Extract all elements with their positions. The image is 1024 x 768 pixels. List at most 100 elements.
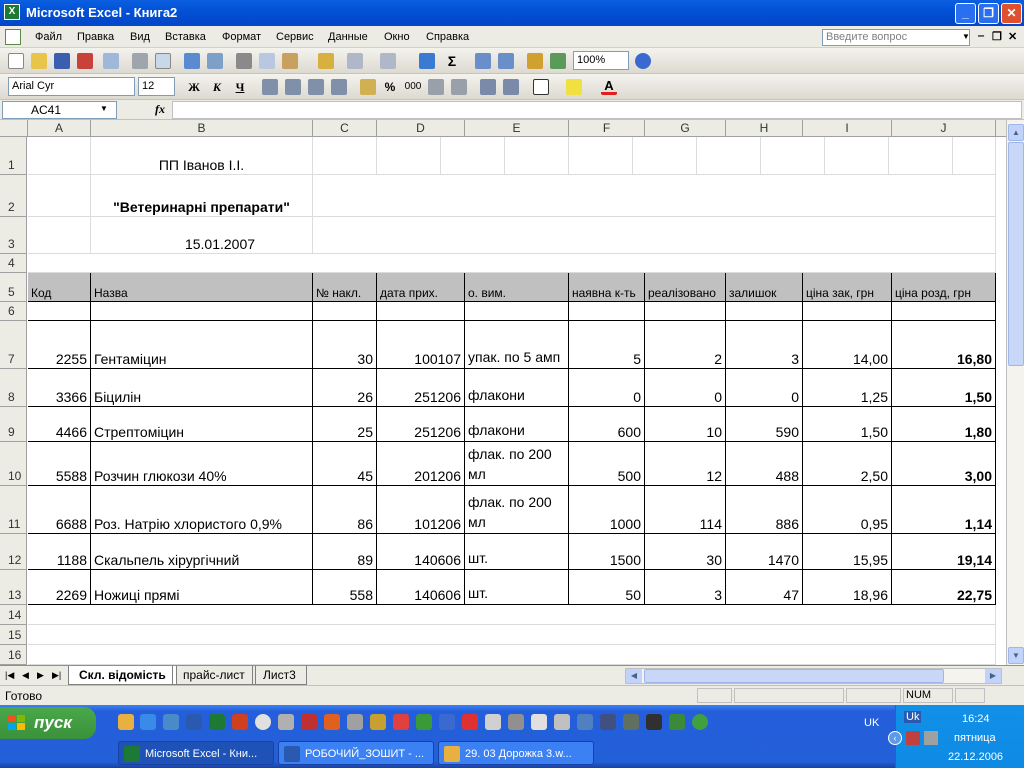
- h-scroll-thumb[interactable]: [644, 669, 944, 683]
- thousands-button[interactable]: 000: [403, 78, 423, 96]
- data-cell[interactable]: флак. по 200 мл: [465, 486, 569, 534]
- minimize-button[interactable]: _: [955, 3, 976, 24]
- data-cell[interactable]: 30: [313, 321, 377, 369]
- increase-decimal-icon[interactable]: [428, 79, 444, 95]
- word-icon[interactable]: [186, 714, 202, 730]
- row-header[interactable]: 6: [0, 302, 27, 321]
- email-icon[interactable]: [103, 53, 119, 69]
- data-cell[interactable]: 500: [569, 442, 645, 486]
- data-cell[interactable]: 2,50: [803, 442, 892, 486]
- data-cell[interactable]: 886: [726, 486, 803, 534]
- bold-button[interactable]: Ж: [184, 78, 204, 96]
- tray-icon[interactable]: [924, 731, 938, 745]
- cell[interactable]: [28, 625, 996, 645]
- increase-indent-icon[interactable]: [503, 79, 519, 95]
- row-header[interactable]: 10: [0, 442, 27, 486]
- column-header[interactable]: C: [313, 120, 377, 137]
- prev-sheet-icon[interactable]: ◀: [22, 670, 29, 681]
- sheet-date[interactable]: 15.01.2007: [91, 217, 313, 254]
- data-cell[interactable]: 15,95: [803, 534, 892, 570]
- row-header[interactable]: 8: [0, 369, 27, 407]
- data-cell[interactable]: 3,00: [892, 442, 996, 486]
- cell[interactable]: [91, 302, 313, 321]
- app-icon[interactable]: [577, 714, 593, 730]
- column-header[interactable]: G: [645, 120, 726, 137]
- menu-file[interactable]: Файл: [35, 31, 62, 43]
- cell[interactable]: [28, 217, 91, 254]
- data-cell[interactable]: 600: [569, 407, 645, 442]
- borders-icon[interactable]: [533, 79, 549, 95]
- header-cell[interactable]: о. вим.: [465, 273, 569, 302]
- app-icon[interactable]: [301, 714, 317, 730]
- language-indicator[interactable]: UK: [864, 717, 879, 729]
- hyperlink-icon[interactable]: [419, 53, 435, 69]
- data-cell[interactable]: Гентаміцин: [91, 321, 313, 369]
- menu-edit[interactable]: Правка: [77, 31, 114, 43]
- app-icon[interactable]: [554, 714, 570, 730]
- drawing-icon[interactable]: [550, 53, 566, 69]
- data-cell[interactable]: 1,50: [892, 369, 996, 407]
- menu-data[interactable]: Данные: [328, 31, 368, 43]
- cell[interactable]: [645, 302, 726, 321]
- name-box-dropdown-icon[interactable]: ▼: [100, 104, 108, 113]
- currency-icon[interactable]: [360, 79, 376, 95]
- italic-button[interactable]: К: [207, 78, 227, 96]
- data-cell[interactable]: 1,25: [803, 369, 892, 407]
- data-cell[interactable]: 18,96: [803, 570, 892, 605]
- tray-expand-icon[interactable]: ‹: [888, 731, 902, 745]
- scroll-thumb[interactable]: [1008, 142, 1024, 366]
- scroll-up-icon[interactable]: ▲: [1008, 124, 1024, 141]
- scroll-left-icon[interactable]: ◀: [626, 669, 642, 683]
- formula-input[interactable]: [172, 101, 1022, 119]
- column-header[interactable]: F: [569, 120, 645, 137]
- row-header[interactable]: 3: [0, 217, 27, 254]
- horizontal-scrollbar[interactable]: ◀ ▶: [625, 668, 1002, 684]
- ask-dropdown-icon[interactable]: ▼: [962, 32, 970, 41]
- header-cell[interactable]: наявна к-ть: [569, 273, 645, 302]
- data-cell[interactable]: 19,14: [892, 534, 996, 570]
- data-cell[interactable]: 251206: [377, 369, 465, 407]
- row-header[interactable]: 1: [0, 137, 27, 175]
- data-cell[interactable]: Біцилін: [91, 369, 313, 407]
- chart-wizard-icon[interactable]: [527, 53, 543, 69]
- data-cell[interactable]: 1,80: [892, 407, 996, 442]
- print-preview-icon[interactable]: [155, 53, 171, 69]
- vertical-scrollbar[interactable]: ▲ ▼: [1006, 120, 1024, 665]
- cell[interactable]: [377, 302, 465, 321]
- powerpoint-icon[interactable]: [232, 714, 248, 730]
- cell[interactable]: [313, 137, 996, 175]
- scroll-right-icon[interactable]: ▶: [985, 669, 1001, 683]
- menu-view[interactable]: Вид: [130, 31, 150, 43]
- redo-icon[interactable]: [380, 53, 396, 69]
- column-header[interactable]: A: [28, 120, 91, 137]
- cell[interactable]: [28, 137, 91, 175]
- app-icon[interactable]: [324, 714, 340, 730]
- data-cell[interactable]: 47: [726, 570, 803, 605]
- data-cell[interactable]: 140606: [377, 570, 465, 605]
- cut-icon[interactable]: [236, 53, 252, 69]
- restore-button[interactable]: ❐: [978, 3, 999, 24]
- ie-icon[interactable]: [140, 714, 156, 730]
- first-sheet-icon[interactable]: |◀: [5, 670, 14, 681]
- align-center-icon[interactable]: [285, 79, 301, 95]
- data-cell[interactable]: 100107: [377, 321, 465, 369]
- cell[interactable]: [28, 175, 91, 217]
- task-excel[interactable]: Microsoft Excel - Кни...: [118, 741, 274, 765]
- autosum-icon[interactable]: Σ: [444, 53, 460, 69]
- format-painter-icon[interactable]: [318, 53, 334, 69]
- data-cell[interactable]: 2269: [28, 570, 91, 605]
- scroll-down-icon[interactable]: ▼: [1008, 647, 1024, 664]
- tab-lyst3[interactable]: Лист3: [252, 666, 307, 685]
- data-cell[interactable]: флакони: [465, 407, 569, 442]
- cell[interactable]: [28, 645, 996, 665]
- company-name[interactable]: ПП Іванов І.І.: [91, 137, 313, 175]
- menu-insert[interactable]: Вставка: [165, 31, 206, 43]
- data-cell[interactable]: 101206: [377, 486, 465, 534]
- data-cell[interactable]: 16,80: [892, 321, 996, 369]
- data-cell[interactable]: Розчин глюкози 40%: [91, 442, 313, 486]
- data-cell[interactable]: 140606: [377, 534, 465, 570]
- sort-ascending-icon[interactable]: [475, 53, 491, 69]
- data-cell[interactable]: 22,75: [892, 570, 996, 605]
- font-size-select[interactable]: 12: [138, 77, 175, 96]
- row-header[interactable]: 11: [0, 486, 27, 534]
